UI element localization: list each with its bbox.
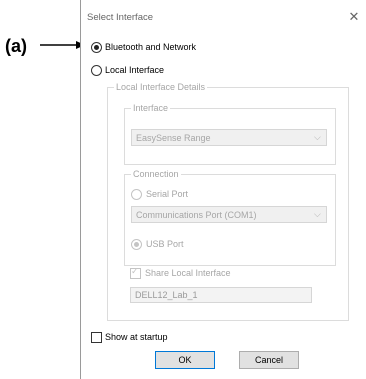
- share-name-field[interactable]: DELL12_Lab_1: [130, 287, 312, 303]
- local-interface-label[interactable]: Local Interface: [105, 65, 164, 75]
- share-local-interface-label[interactable]: Share Local Interface: [145, 268, 231, 278]
- close-icon[interactable]: ✕: [347, 10, 361, 24]
- interface-group-title: Interface: [131, 103, 171, 113]
- show-at-startup-label[interactable]: Show at startup: [105, 332, 168, 342]
- chevron-down-icon: ⌵: [314, 209, 321, 219]
- comm-port-select-value: Communications Port (COM1): [136, 210, 257, 220]
- show-at-startup-checkbox[interactable]: [91, 332, 102, 343]
- local-interface-details-title: Local Interface Details: [114, 82, 208, 92]
- connection-group: Connection Serial Port Communications Po…: [124, 169, 336, 266]
- chevron-down-icon: ⌵: [314, 132, 321, 142]
- serial-port-label[interactable]: Serial Port: [146, 189, 188, 199]
- bluetooth-network-radio[interactable]: [91, 42, 102, 53]
- ok-button[interactable]: OK: [155, 351, 215, 369]
- interface-select-value: EasySense Range: [136, 133, 211, 143]
- cancel-button[interactable]: Cancel: [239, 351, 299, 369]
- bluetooth-network-label[interactable]: Bluetooth and Network: [105, 42, 196, 52]
- interface-select[interactable]: EasySense Range ⌵: [131, 129, 327, 146]
- select-interface-dialog: Select Interface ✕ Bluetooth and Network…: [80, 0, 366, 379]
- checkmark-icon: ✓: [131, 266, 139, 276]
- serial-port-radio[interactable]: [131, 189, 142, 200]
- share-name-value: DELL12_Lab_1: [135, 290, 198, 300]
- local-interface-details-group: Local Interface Details Interface EasySe…: [107, 82, 349, 321]
- comm-port-select[interactable]: Communications Port (COM1) ⌵: [131, 206, 327, 223]
- usb-port-radio[interactable]: [131, 239, 142, 250]
- usb-port-label[interactable]: USB Port: [146, 239, 184, 249]
- title-bar: Select Interface ✕: [81, 0, 366, 34]
- dialog-title: Select Interface: [87, 12, 154, 23]
- local-interface-radio[interactable]: [91, 65, 102, 76]
- interface-group: Interface EasySense Range ⌵: [124, 103, 336, 165]
- annotation-label: (a): [5, 36, 27, 56]
- connection-group-title: Connection: [131, 169, 181, 179]
- share-local-interface-checkbox[interactable]: ✓: [130, 266, 141, 279]
